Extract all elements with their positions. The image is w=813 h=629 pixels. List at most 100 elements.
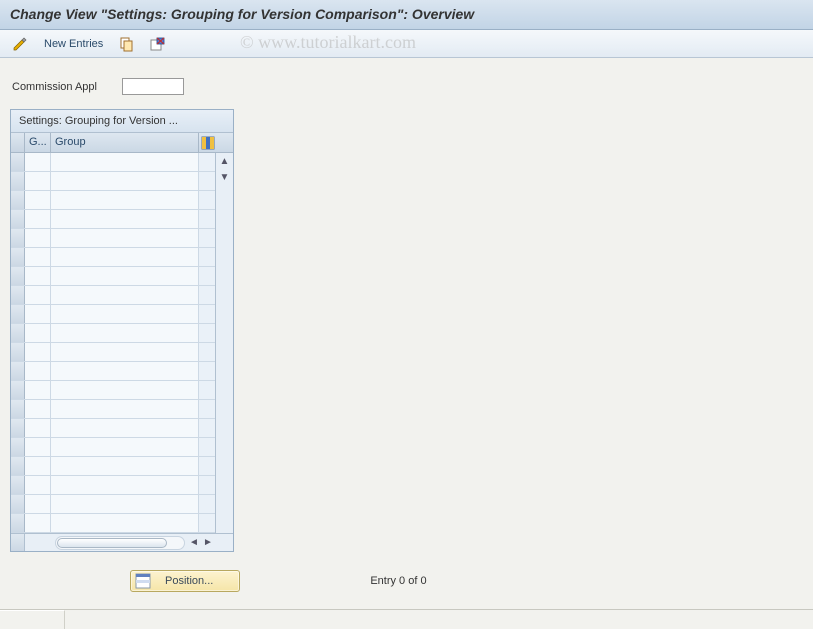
cell-g[interactable] <box>25 191 51 209</box>
toggle-display-change-button[interactable] <box>8 34 32 54</box>
table-header-row: G... Group <box>11 133 233 153</box>
cell-g[interactable] <box>25 267 51 285</box>
cell-group[interactable] <box>51 438 199 456</box>
row-selector[interactable] <box>11 476 25 494</box>
row-selector[interactable] <box>11 324 25 342</box>
table-settings-button[interactable] <box>199 133 217 152</box>
row-selector[interactable] <box>11 400 25 418</box>
cell-group[interactable] <box>51 286 199 304</box>
table-row <box>11 400 215 419</box>
row-selector[interactable] <box>11 362 25 380</box>
cell-group[interactable] <box>51 495 199 513</box>
cell-g[interactable] <box>25 305 51 323</box>
cell-group[interactable] <box>51 362 199 380</box>
table-row <box>11 324 215 343</box>
scroll-up-button[interactable]: ▲ <box>217 153 233 169</box>
cell-group[interactable] <box>51 457 199 475</box>
cell-group[interactable] <box>51 381 199 399</box>
row-selector[interactable] <box>11 438 25 456</box>
cell-g[interactable] <box>25 514 51 532</box>
column-header-g[interactable]: G... <box>25 133 51 152</box>
cell-g[interactable] <box>25 172 51 190</box>
cell-g[interactable] <box>25 400 51 418</box>
cell-group[interactable] <box>51 305 199 323</box>
cell-g[interactable] <box>25 438 51 456</box>
table-row <box>11 381 215 400</box>
cell-group[interactable] <box>51 153 199 171</box>
cell-g[interactable] <box>25 324 51 342</box>
table-row <box>11 362 215 381</box>
row-selector[interactable] <box>11 381 25 399</box>
cell-g[interactable] <box>25 381 51 399</box>
row-selector[interactable] <box>11 153 25 171</box>
table-container: Settings: Grouping for Version ... G... … <box>10 109 234 552</box>
scroll-down-button[interactable]: ▼ <box>217 169 233 185</box>
cell-group[interactable] <box>51 476 199 494</box>
cell-group[interactable] <box>51 191 199 209</box>
table-row <box>11 210 215 229</box>
row-selector[interactable] <box>11 457 25 475</box>
row-selector[interactable] <box>11 210 25 228</box>
row-selector[interactable] <box>11 305 25 323</box>
row-selector[interactable] <box>11 191 25 209</box>
horizontal-scrollbar[interactable]: ◄ ► <box>11 533 233 551</box>
table-row <box>11 229 215 248</box>
cell-g[interactable] <box>25 476 51 494</box>
hscroll-thumb[interactable] <box>57 538 167 548</box>
position-button-label: Position... <box>159 575 229 587</box>
cell-g[interactable] <box>25 229 51 247</box>
commission-appl-input[interactable] <box>122 78 184 95</box>
cell-g[interactable] <box>25 362 51 380</box>
select-all-handle[interactable] <box>11 133 25 152</box>
row-selector[interactable] <box>11 419 25 437</box>
cell-g[interactable] <box>25 419 51 437</box>
delete-icon <box>149 36 165 52</box>
cell-group[interactable] <box>51 229 199 247</box>
cell-g[interactable] <box>25 343 51 361</box>
table-row <box>11 267 215 286</box>
cell-group[interactable] <box>51 400 199 418</box>
cell-group[interactable] <box>51 267 199 285</box>
column-header-group[interactable]: Group <box>51 133 199 152</box>
table-row <box>11 248 215 267</box>
vertical-scrollbar[interactable]: ▲ ▼ <box>215 153 233 533</box>
cell-group[interactable] <box>51 248 199 266</box>
cell-group[interactable] <box>51 419 199 437</box>
cell-group[interactable] <box>51 172 199 190</box>
position-icon <box>135 573 151 589</box>
cell-group[interactable] <box>51 210 199 228</box>
cell-g[interactable] <box>25 457 51 475</box>
table-row <box>11 191 215 210</box>
row-selector[interactable] <box>11 248 25 266</box>
copy-as-button[interactable] <box>115 34 139 54</box>
cell-g[interactable] <box>25 210 51 228</box>
row-selector[interactable] <box>11 229 25 247</box>
table-row <box>11 286 215 305</box>
row-selector[interactable] <box>11 343 25 361</box>
new-entries-button[interactable]: New Entries <box>38 36 109 52</box>
row-selector[interactable] <box>11 495 25 513</box>
scroll-right-button[interactable]: ► <box>201 536 215 550</box>
cell-group[interactable] <box>51 343 199 361</box>
status-bar <box>0 609 813 629</box>
cell-g[interactable] <box>25 153 51 171</box>
cell-group[interactable] <box>51 514 199 532</box>
row-selector[interactable] <box>11 172 25 190</box>
row-selector[interactable] <box>11 514 25 532</box>
rows-area <box>11 153 215 533</box>
cell-group[interactable] <box>51 324 199 342</box>
row-selector[interactable] <box>11 267 25 285</box>
status-cell <box>0 610 65 629</box>
cell-g[interactable] <box>25 248 51 266</box>
pencil-glasses-icon <box>12 36 28 52</box>
delete-button[interactable] <box>145 34 169 54</box>
content-area: Commission Appl Settings: Grouping for V… <box>0 58 813 560</box>
cell-g[interactable] <box>25 495 51 513</box>
row-selector[interactable] <box>11 286 25 304</box>
hscroll-track[interactable] <box>55 536 185 550</box>
table-row <box>11 438 215 457</box>
scroll-left-button[interactable]: ◄ <box>187 536 201 550</box>
position-button[interactable]: Position... <box>130 570 240 592</box>
table-settings-icon <box>201 136 215 150</box>
cell-g[interactable] <box>25 286 51 304</box>
